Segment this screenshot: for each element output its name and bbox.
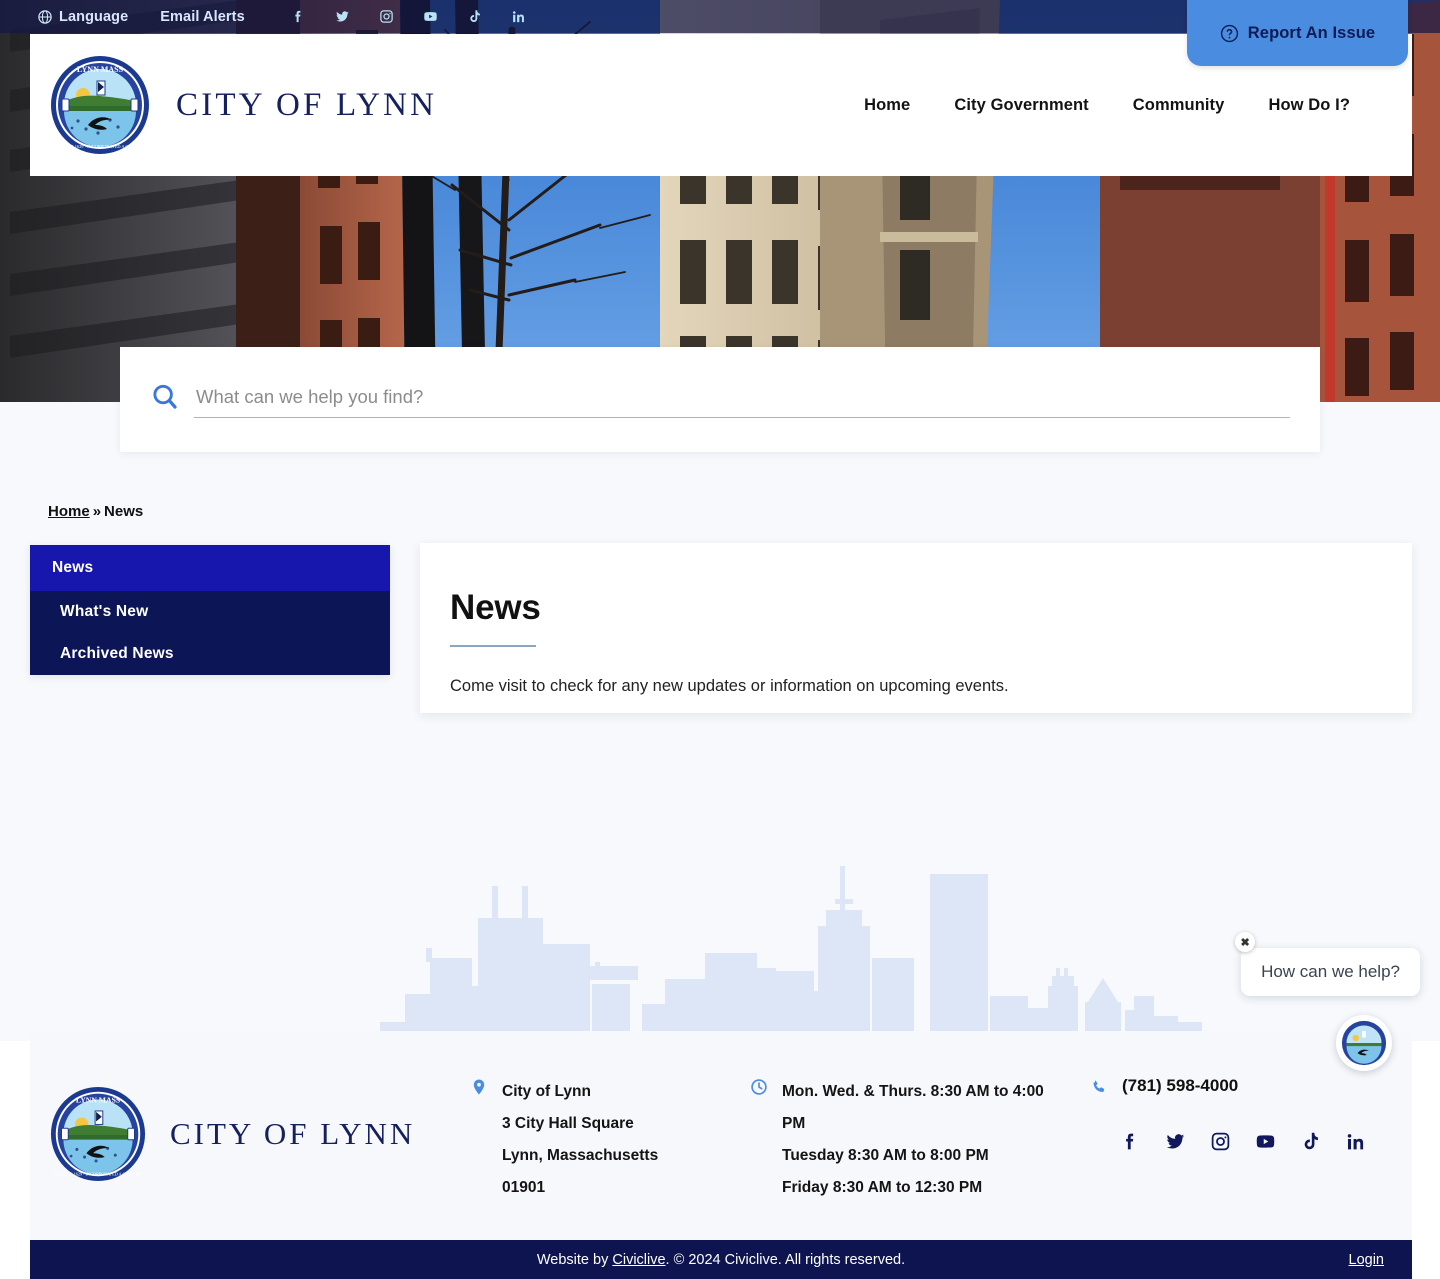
nav-item-home[interactable]: Home — [842, 86, 932, 125]
address-line-3: Lynn, Massachusetts — [502, 1140, 658, 1172]
page-body-text: Come visit to check for any new updates … — [450, 674, 1364, 699]
footer-phone-number[interactable]: (781) 598-4000 — [1122, 1076, 1238, 1096]
breadcrumb-current: News — [104, 503, 143, 520]
address-line-1: City of Lynn — [502, 1076, 658, 1108]
footer-bottom-bar: Website by Civiclive. © 2024 Civiclive. … — [30, 1240, 1412, 1279]
breadcrumb: Home»News — [48, 503, 143, 520]
footer-address-block: City of Lynn 3 City Hall Square Lynn, Ma… — [470, 1031, 750, 1204]
tiktok-icon[interactable] — [453, 4, 497, 30]
sidebar-item-whats-new[interactable]: What's New — [30, 591, 390, 633]
footer-address-text: City of Lynn 3 City Hall Square Lynn, Ma… — [502, 1076, 658, 1204]
utility-links: Language Email Alerts — [0, 4, 541, 30]
footer-social-links — [1120, 1131, 1390, 1152]
svg-text:LYNN MASS: LYNN MASS — [77, 65, 124, 74]
question-circle-icon — [1220, 24, 1239, 43]
search-card — [120, 347, 1320, 452]
address-line-4: 01901 — [502, 1172, 658, 1204]
sidebar-item-archived-news[interactable]: Archived News — [30, 633, 390, 675]
tiktok-icon[interactable] — [1300, 1131, 1321, 1152]
svg-text:LYNN MASS: LYNN MASS — [76, 1095, 120, 1104]
youtube-icon[interactable] — [1255, 1131, 1276, 1152]
page-title: News — [450, 588, 1364, 628]
search-icon[interactable] — [150, 382, 180, 412]
globe-icon — [38, 10, 52, 24]
sidebar-item-news[interactable]: News — [30, 545, 390, 591]
linkedin-icon[interactable] — [497, 4, 541, 30]
footer-brand[interactable]: LYNN MASS SETTLED 1629 · INCORPORATED A … — [30, 1031, 470, 1182]
nav-item-how-do-i[interactable]: How Do I? — [1246, 86, 1372, 125]
copyright-prefix: Website by — [537, 1252, 613, 1268]
copyright-text: Website by Civiclive. © 2024 Civiclive. … — [537, 1252, 905, 1268]
clock-icon — [750, 1076, 770, 1101]
main-navigation: Home City Government Community How Do I? — [842, 86, 1380, 125]
language-label: Language — [59, 9, 128, 25]
brand-logo-link[interactable]: LYNN MASS SETTLED 1629 · INCORPORATED A … — [50, 55, 437, 155]
page-root: Language Email Alerts Report An Issue — [0, 0, 1440, 1279]
footer-hours-block: Mon. Wed. & Thurs. 8:30 AM to 4:00 PM Tu… — [750, 1031, 1090, 1204]
login-link[interactable]: Login — [1349, 1252, 1384, 1268]
title-underline-rule — [450, 645, 536, 647]
email-alerts-label: Email Alerts — [160, 9, 244, 25]
linkedin-icon[interactable] — [1345, 1131, 1366, 1152]
address-line-2: 3 City Hall Square — [502, 1108, 658, 1140]
city-seal-icon: LYNN MASS SETTLED 1629 · INCORPORATED A … — [50, 55, 150, 155]
page-body — [0, 402, 1440, 1041]
facebook-icon[interactable] — [277, 4, 321, 30]
svg-text:SETTLED 1629 · INCORPORATED A: SETTLED 1629 · INCORPORATED A CITY 1850 — [54, 1171, 141, 1176]
site-footer: LYNN MASS SETTLED 1629 · INCORPORATED A … — [30, 1031, 1412, 1240]
location-pin-icon — [470, 1076, 490, 1101]
footer-hours-text: Mon. Wed. & Thurs. 8:30 AM to 4:00 PM Tu… — [782, 1076, 1044, 1204]
vendor-link[interactable]: Civiclive — [612, 1252, 665, 1268]
youtube-icon[interactable] — [409, 4, 453, 30]
copyright-suffix: . © 2024 Civiclive. All rights reserved. — [666, 1252, 906, 1268]
hours-line-4: Friday 8:30 AM to 12:30 PM — [782, 1172, 1044, 1204]
language-selector[interactable]: Language — [38, 9, 128, 25]
email-alerts-link[interactable]: Email Alerts — [160, 9, 244, 25]
main-content-card: News Come visit to check for any new upd… — [420, 543, 1412, 713]
brand-title: CITY OF LYNN — [176, 87, 437, 124]
twitter-icon[interactable] — [1165, 1131, 1186, 1152]
section-sidebar: News What's New Archived News — [30, 545, 390, 675]
topbar-social-links — [277, 4, 541, 30]
svg-text:SETTLED 1629 · INCORPORATED A: SETTLED 1629 · INCORPORATED A CITY 1850 — [55, 144, 147, 149]
search-input[interactable] — [194, 382, 1290, 418]
twitter-icon[interactable] — [321, 4, 365, 30]
hours-line-2: PM — [782, 1108, 1044, 1140]
hours-line-1: Mon. Wed. & Thurs. 8:30 AM to 4:00 — [782, 1076, 1044, 1108]
instagram-icon[interactable] — [1210, 1131, 1231, 1152]
phone-icon — [1090, 1076, 1110, 1101]
hours-line-3: Tuesday 8:30 AM to 8:00 PM — [782, 1140, 1044, 1172]
skyline-watermark — [0, 826, 1440, 1041]
city-seal-icon — [1341, 1020, 1387, 1066]
nav-item-city-government[interactable]: City Government — [932, 86, 1110, 125]
chat-bubble-message[interactable]: How can we help? — [1241, 948, 1420, 996]
city-seal-icon: LYNN MASS SETTLED 1629 · INCORPORATED A … — [50, 1086, 146, 1182]
search-form — [150, 382, 1290, 418]
report-issue-label: Report An Issue — [1248, 24, 1375, 43]
facebook-icon[interactable] — [1120, 1131, 1141, 1152]
chat-close-icon[interactable]: ✖ — [1235, 932, 1255, 952]
breadcrumb-home-link[interactable]: Home — [48, 503, 90, 520]
chat-widget: ✖ How can we help? — [1241, 930, 1420, 996]
footer-brand-title: CITY OF LYNN — [170, 1116, 415, 1152]
chat-avatar-button[interactable] — [1336, 1015, 1392, 1071]
report-an-issue-button[interactable]: Report An Issue — [1187, 0, 1408, 66]
nav-item-community[interactable]: Community — [1111, 86, 1247, 125]
instagram-icon[interactable] — [365, 4, 409, 30]
breadcrumb-separator: » — [93, 503, 101, 520]
